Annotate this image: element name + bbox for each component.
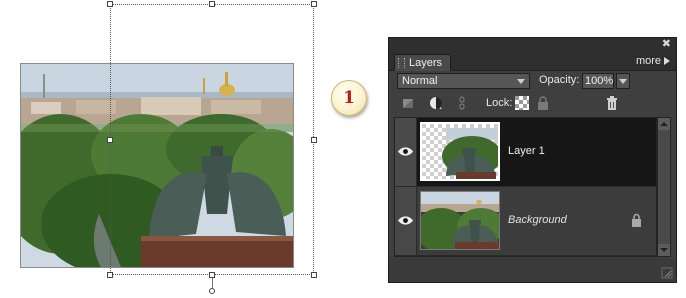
document-canvas[interactable] [0, 0, 340, 298]
chevron-down-icon [619, 79, 627, 84]
grip-icon[interactable] [398, 58, 405, 68]
more-label: more [635, 55, 661, 67]
close-icon[interactable]: ✖ [662, 37, 671, 50]
visibility-toggle[interactable] [395, 187, 417, 255]
more-menu-button[interactable]: more [636, 54, 670, 68]
step-number: 1 [343, 88, 355, 108]
transform-handle-top-right[interactable] [311, 1, 317, 7]
transform-handle-top-left[interactable] [107, 1, 113, 7]
layer-row-layer-1[interactable]: Layer 1 [395, 118, 656, 187]
blend-mode-value: Normal [402, 75, 438, 87]
scroll-down-button[interactable] [658, 244, 670, 256]
layers-panel: ✖ Layers more Normal Opacity: 100% Lock:… [388, 37, 677, 283]
layer-row-background[interactable]: Background [395, 187, 656, 256]
opacity-value: 100% [585, 75, 614, 87]
opacity-label: Opacity: [539, 74, 580, 86]
new-layer-icon[interactable] [401, 96, 415, 110]
triangle-down-icon [660, 248, 668, 252]
rotate-handle[interactable] [209, 288, 215, 294]
lock-icon [632, 213, 641, 227]
layer-thumbnail[interactable] [420, 122, 500, 181]
triangle-right-icon [664, 57, 670, 66]
panel-tab-strip: Layers more [389, 51, 676, 71]
transform-bounding-box[interactable] [110, 4, 314, 275]
rotate-handle-stem [212, 278, 213, 288]
opacity-dropdown-button[interactable] [616, 73, 630, 89]
scroll-up-button[interactable] [658, 118, 670, 130]
blend-mode-select[interactable]: Normal [397, 73, 530, 89]
transform-handle-top-center[interactable] [209, 1, 215, 7]
transform-handle-bottom-right[interactable] [311, 272, 317, 278]
layer-tools-row: Lock: [389, 93, 676, 115]
eye-icon [398, 147, 413, 156]
trash-icon[interactable] [605, 96, 619, 110]
panel-title-bar[interactable]: ✖ [389, 38, 676, 51]
tab-layers-label: Layers [409, 57, 443, 69]
chevron-down-icon [517, 79, 525, 84]
resize-grip-icon[interactable] [661, 267, 673, 279]
step-number-badge: 1 [331, 80, 367, 116]
visibility-toggle[interactable] [395, 118, 417, 186]
link-layers-icon[interactable] [455, 96, 469, 110]
eye-icon [398, 216, 413, 225]
lock-all-icon[interactable] [536, 96, 550, 110]
transform-handle-middle-right[interactable] [311, 137, 317, 143]
lock-label: Lock: [486, 97, 513, 109]
opacity-input[interactable]: 100% [582, 73, 614, 89]
lock-transparent-pixels-icon[interactable] [515, 96, 529, 110]
layer-name[interactable]: Background [508, 214, 567, 226]
layer-thumbnail[interactable] [420, 191, 500, 250]
panel-footer [389, 258, 676, 282]
layers-list[interactable]: Layer 1 Background [394, 117, 657, 257]
triangle-up-icon [660, 122, 668, 126]
layer-name[interactable]: Layer 1 [508, 145, 545, 157]
layers-scrollbar[interactable] [657, 117, 671, 257]
tab-layers[interactable]: Layers [394, 54, 452, 71]
transform-handle-bottom-left[interactable] [107, 272, 113, 278]
adjustment-layer-icon[interactable] [429, 96, 443, 110]
transform-handle-middle-left[interactable] [107, 137, 113, 143]
